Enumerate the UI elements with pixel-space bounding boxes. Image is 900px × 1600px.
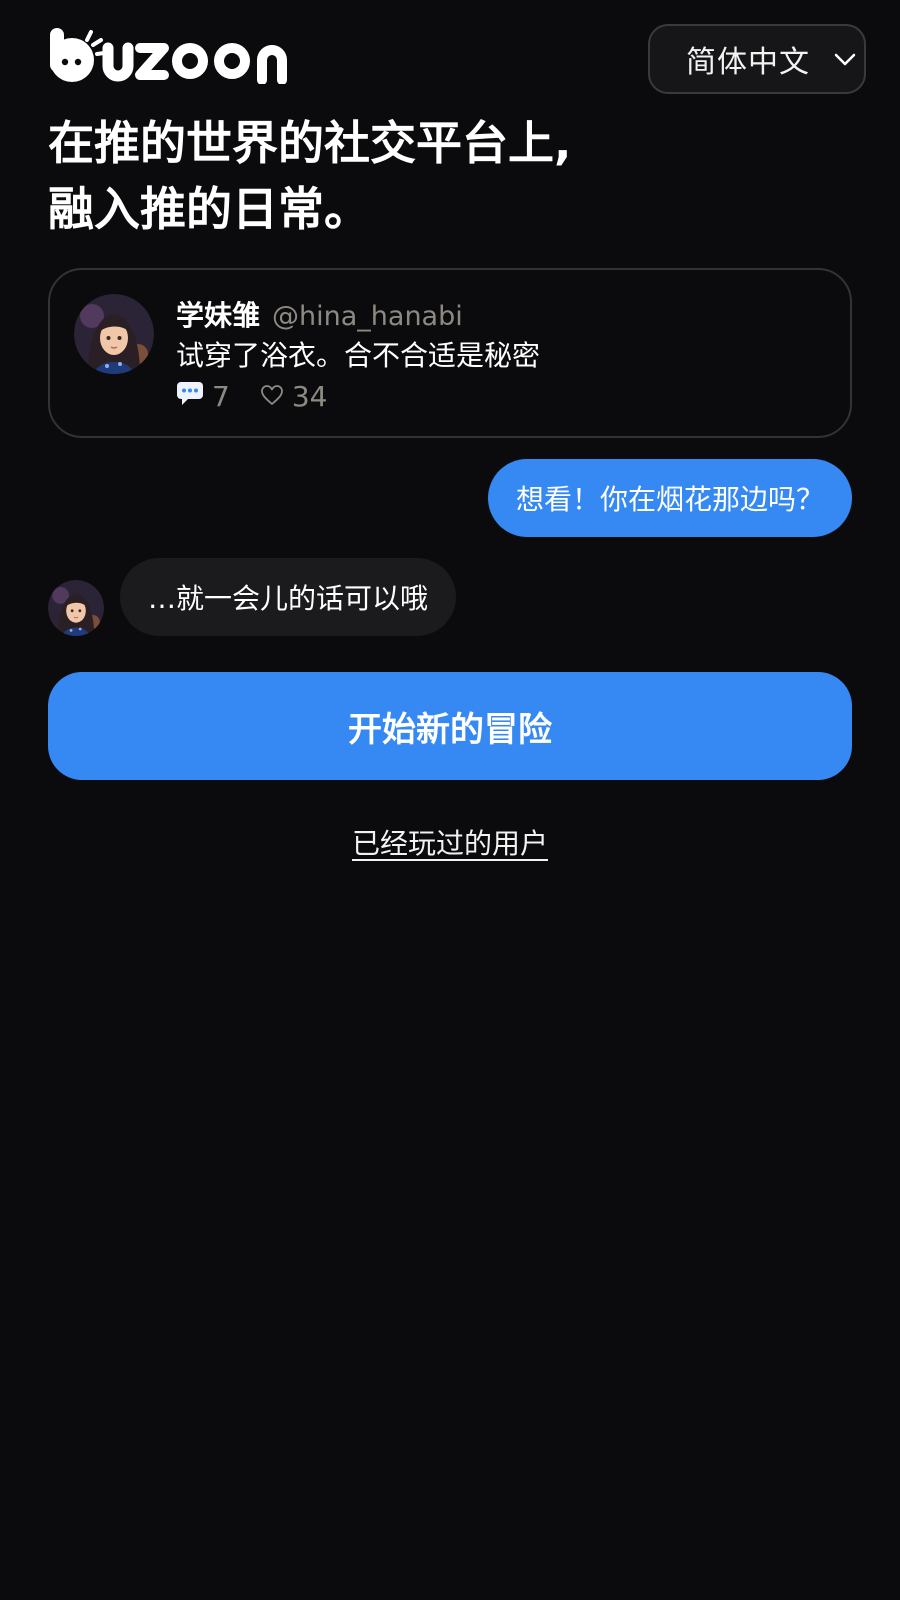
- hero-line-2: 融入推的日常。: [48, 182, 370, 236]
- comment-count: 7: [212, 379, 230, 413]
- start-adventure-button[interactable]: 开始新的冒险: [48, 672, 852, 780]
- post-display-name[interactable]: 学妹雏: [176, 294, 260, 334]
- outgoing-message-bubble: 想看！你在烟花那边吗？: [488, 459, 852, 537]
- heart-icon: [260, 380, 292, 413]
- incoming-message-bubble: …就一会儿的话可以哦: [120, 558, 456, 636]
- post-text: 试穿了浴衣。合不合适是秘密: [176, 339, 541, 372]
- post-card[interactable]: 学妹雏 @hina_hanabi 试穿了浴衣。合不合适是秘密 7 34: [48, 268, 852, 438]
- speech-bubble-icon: [176, 380, 212, 413]
- language-select-value: 简体中文: [686, 45, 810, 80]
- comment-stat[interactable]: 7: [176, 380, 230, 413]
- reply-avatar[interactable]: [48, 580, 104, 636]
- post-header: 学妹雏 @hina_hanabi: [176, 294, 463, 334]
- chevron-down-icon: [834, 52, 856, 71]
- language-select[interactable]: 简体中文: [648, 24, 866, 94]
- buzoon-logo[interactable]: [48, 24, 288, 84]
- post-handle[interactable]: @hina_hanabi: [272, 301, 463, 332]
- like-count: 34: [291, 379, 328, 413]
- like-stat[interactable]: 34: [260, 379, 328, 413]
- post-stats: 7 34: [176, 378, 327, 414]
- existing-user-link[interactable]: 已经玩过的用户: [0, 822, 900, 862]
- hero-line-1: 在推的世界的社交平台上,: [48, 116, 572, 170]
- hero-headline: 在推的世界的社交平台上, 融入推的日常。: [48, 110, 848, 242]
- post-avatar[interactable]: [74, 294, 154, 374]
